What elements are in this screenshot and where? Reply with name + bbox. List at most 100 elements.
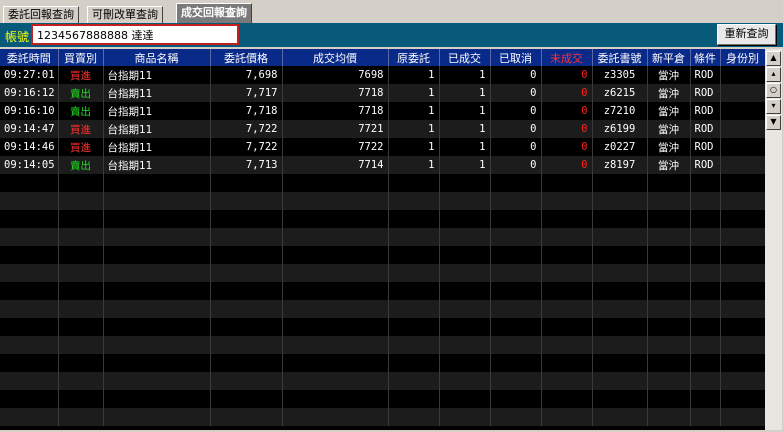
cell-cancelled-qty: 0 — [490, 84, 542, 102]
cell-order-number — [592, 264, 648, 282]
cell-open-close — [647, 336, 691, 354]
cell-unfilled-qty: 0 — [541, 138, 593, 156]
cell-open-close: 當沖 — [647, 66, 691, 84]
header-condition[interactable]: 條件 — [690, 49, 721, 66]
cell-product-name — [103, 264, 211, 282]
header-product-name[interactable]: 商品名稱 — [103, 49, 211, 66]
scroll-bottom-icon[interactable]: ▼ — [766, 115, 781, 130]
empty-row — [0, 336, 765, 354]
cell-condition — [690, 300, 721, 318]
table-row[interactable]: 09:14:05 賣出 台指期11 7,713 7714 1 1 0 0 z8197 當沖 ROD — [0, 156, 765, 174]
cell-original-qty: 1 — [388, 120, 440, 138]
cell-order-time — [0, 264, 59, 282]
cell-open-close — [647, 246, 691, 264]
cell-order-number — [592, 228, 648, 246]
tab-modifiable-orders[interactable]: 可刪改單查詢 — [87, 6, 163, 23]
cell-unfilled-qty — [541, 336, 593, 354]
cell-open-close — [647, 318, 691, 336]
cell-filled-qty — [439, 354, 491, 372]
header-side[interactable]: 買賣別 — [58, 49, 104, 66]
cell-cancelled-qty — [490, 210, 542, 228]
cell-condition — [690, 372, 721, 390]
cell-original-qty — [388, 192, 440, 210]
cell-unfilled-qty — [541, 354, 593, 372]
cell-identity — [720, 138, 765, 156]
empty-row — [0, 282, 765, 300]
cell-order-time: 09:14:05 — [0, 156, 59, 174]
cell-open-close — [647, 264, 691, 282]
cell-identity — [720, 336, 765, 354]
cell-condition: ROD — [690, 84, 721, 102]
scroll-top-icon[interactable]: ▲ — [766, 51, 781, 66]
table-row[interactable]: 09:16:10 賣出 台指期11 7,718 7718 1 1 0 0 z7210 當沖 ROD — [0, 102, 765, 120]
cell-order-number — [592, 336, 648, 354]
cell-order-price — [210, 408, 283, 426]
cell-product-name — [103, 210, 211, 228]
cell-cancelled-qty — [490, 174, 542, 192]
header-order-time[interactable]: 委託時間 — [0, 49, 59, 66]
cell-side — [58, 228, 104, 246]
cell-order-number — [592, 192, 648, 210]
cell-avg-fill-price — [282, 282, 389, 300]
cell-unfilled-qty: 0 — [541, 156, 593, 174]
scroll-down-icon[interactable]: ▾ — [766, 99, 781, 114]
cell-order-price — [210, 192, 283, 210]
cell-product-name — [103, 300, 211, 318]
cell-order-number: z3305 — [592, 66, 648, 84]
cell-unfilled-qty — [541, 264, 593, 282]
vertical-scrollbar[interactable]: ▲ ▴ ○ ▾ ▼ — [765, 49, 782, 430]
cell-product-name — [103, 336, 211, 354]
table-row[interactable]: 09:14:46 買進 台指期11 7,722 7722 1 1 0 0 z0227 當沖 ROD — [0, 138, 765, 156]
cell-side: 買進 — [58, 138, 104, 156]
table-row[interactable]: 09:27:01 買進 台指期11 7,698 7698 1 1 0 0 z3305 當沖 ROD — [0, 66, 765, 84]
cell-cancelled-qty: 0 — [490, 66, 542, 84]
header-unfilled-qty[interactable]: 未成交 — [541, 49, 593, 66]
header-original-qty[interactable]: 原委託 — [388, 49, 440, 66]
cell-filled-qty: 1 — [439, 120, 491, 138]
cell-order-price — [210, 390, 283, 408]
cell-open-close — [647, 192, 691, 210]
cell-order-number — [592, 300, 648, 318]
tab-fill-report[interactable]: 成交回報查詢 — [176, 3, 252, 23]
header-avg-fill-price[interactable]: 成交均價 — [282, 49, 389, 66]
cell-unfilled-qty: 0 — [541, 102, 593, 120]
cell-filled-qty — [439, 318, 491, 336]
cell-identity — [720, 66, 765, 84]
cell-identity — [720, 102, 765, 120]
cell-product-name: 台指期11 — [103, 102, 211, 120]
cell-order-time — [0, 318, 59, 336]
tab-order-report[interactable]: 委託回報查詢 — [3, 6, 79, 23]
header-filled-qty[interactable]: 已成交 — [439, 49, 491, 66]
cell-cancelled-qty — [490, 192, 542, 210]
cell-original-qty — [388, 228, 440, 246]
cell-unfilled-qty — [541, 246, 593, 264]
cell-identity — [720, 300, 765, 318]
cell-cancelled-qty — [490, 354, 542, 372]
table-row[interactable]: 09:16:12 賣出 台指期11 7,717 7718 1 1 0 0 z6215 當沖 ROD — [0, 84, 765, 102]
cell-filled-qty — [439, 246, 491, 264]
table-row[interactable]: 09:14:47 買進 台指期11 7,722 7721 1 1 0 0 z6199 當沖 ROD — [0, 120, 765, 138]
cell-cancelled-qty — [490, 336, 542, 354]
header-open-close[interactable]: 新平倉 — [647, 49, 691, 66]
cell-open-close: 當沖 — [647, 84, 691, 102]
empty-row — [0, 210, 765, 228]
cell-avg-fill-price — [282, 390, 389, 408]
account-input[interactable] — [31, 24, 239, 45]
scroll-up-icon[interactable]: ▴ — [766, 67, 781, 82]
scroll-center-icon[interactable]: ○ — [766, 83, 781, 98]
cell-cancelled-qty — [490, 264, 542, 282]
cell-order-price — [210, 228, 283, 246]
header-order-price[interactable]: 委託價格 — [210, 49, 283, 66]
requery-button[interactable]: 重新查詢 — [717, 24, 776, 45]
cell-product-name: 台指期11 — [103, 156, 211, 174]
cell-filled-qty — [439, 210, 491, 228]
cell-filled-qty — [439, 174, 491, 192]
header-identity[interactable]: 身份別 — [720, 49, 765, 66]
header-order-number[interactable]: 委託書號 — [592, 49, 648, 66]
cell-product-name — [103, 354, 211, 372]
cell-open-close: 當沖 — [647, 120, 691, 138]
header-cancelled-qty[interactable]: 已取消 — [490, 49, 542, 66]
cell-order-price — [210, 318, 283, 336]
cell-side: 買進 — [58, 120, 104, 138]
cell-product-name — [103, 408, 211, 426]
